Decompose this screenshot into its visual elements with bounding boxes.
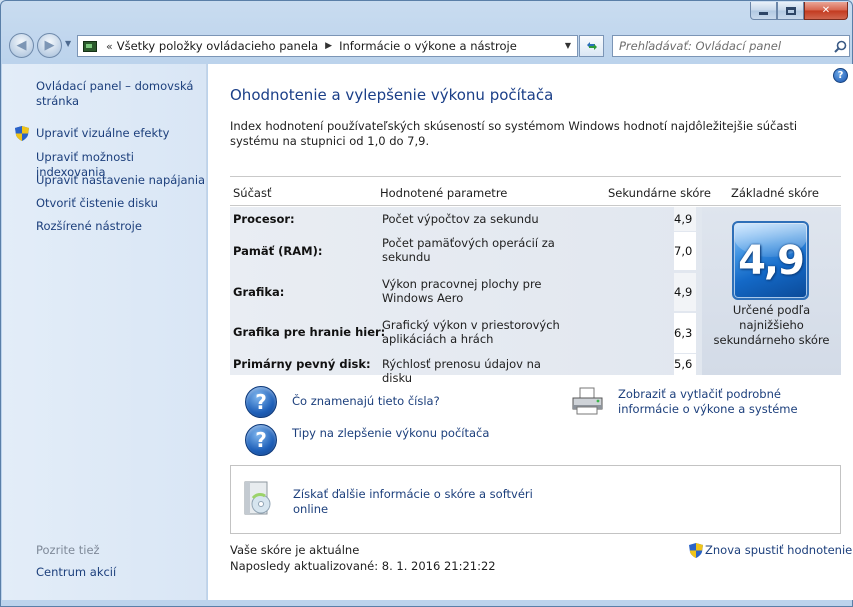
component-parameter: Grafický výkon v priestorových aplikáciá… <box>382 318 560 346</box>
table-row: Pamäť (RAM): Počet pamäťových operácií z… <box>230 232 696 270</box>
breadcrumb-all-items[interactable]: Všetky položky ovládacieho panela <box>117 39 318 53</box>
address-bar[interactable]: « Všetky položky ovládacieho panela ▶ In… <box>77 35 578 57</box>
uac-shield-icon <box>15 126 29 141</box>
search-input[interactable] <box>613 39 831 53</box>
column-header-parameters: Hodnotené parametre <box>380 186 508 200</box>
online-info-box: Získať ďalšie informácie o skóre a softv… <box>230 465 841 534</box>
close-button[interactable]: ✕ <box>804 2 848 20</box>
caption-buttons: ✕ <box>750 2 848 20</box>
intro-text: Index hodnotení používateľských skúsenos… <box>230 119 798 148</box>
page-title: Ohodnotenie a vylepšenie výkonu počítača <box>230 86 554 104</box>
component-parameter: Počet výpočtov za sekundu <box>382 212 539 226</box>
column-header-subscore: Sekundárne skóre <box>608 186 711 200</box>
component-parameter: Počet pamäťových operácií za sekundu <box>382 236 555 264</box>
component-subscore: 5,6 <box>674 354 696 375</box>
address-overflow-chevron[interactable]: « <box>106 40 113 53</box>
base-score-value: 4,9 <box>738 237 805 284</box>
component-name: Grafika pre hranie hier: <box>233 325 386 339</box>
uac-shield-icon <box>689 543 703 558</box>
sidebar-item-visual-effects[interactable]: Upraviť vizuálne efekty <box>36 126 169 141</box>
score-table-header: Súčasť Hodnotené parametre Sekundárne sk… <box>230 176 841 206</box>
what-numbers-mean-link[interactable]: Čo znamenajú tieto čísla? <box>292 394 440 409</box>
component-name: Primárny pevný disk: <box>233 357 371 371</box>
minimize-button[interactable] <box>750 2 777 20</box>
table-row: Primárny pevný disk: Rýchlosť prenosu úd… <box>230 354 696 385</box>
base-score-panel: 4,9 Určené podľa najnižšieho sekundárneh… <box>702 207 841 375</box>
see-also-heading: Pozrite tiež <box>36 543 100 557</box>
table-row: Grafika pre hranie hier: Grafický výkon … <box>230 313 696 353</box>
sidebar-item-disk-cleanup[interactable]: Otvoriť čistenie disku <box>36 196 158 211</box>
more-info-online-link[interactable]: Získať ďalšie informácie o skóre a softv… <box>293 487 553 517</box>
score-status: Vaše skóre je aktuálne <box>230 543 360 557</box>
forward-arrow-icon: ▶ <box>44 38 55 53</box>
sidebar-item-action-center[interactable]: Centrum akcií <box>36 565 116 580</box>
sidebar-home-link[interactable]: Ovládací panel – domovská stránka <box>36 79 196 109</box>
search-box[interactable] <box>612 35 850 57</box>
component-subscore: 4,9 <box>674 273 696 311</box>
minimize-icon <box>759 12 768 15</box>
base-score-caption: Určené podľa najnižšieho sekundárneho sk… <box>713 303 830 347</box>
component-subscore: 4,9 <box>674 207 696 231</box>
column-header-base-score: Základné skóre <box>731 186 819 200</box>
search-icon[interactable] <box>831 40 849 53</box>
control-panel-icon <box>83 40 97 52</box>
maximize-icon <box>785 6 796 15</box>
refresh-icon <box>586 42 597 50</box>
component-subscore: 6,3 <box>674 313 696 353</box>
last-updated: Naposledy aktualizované: 8. 1. 2016 21:2… <box>230 559 496 573</box>
printer-icon <box>572 387 603 415</box>
forward-button[interactable]: ▶ <box>37 33 62 58</box>
main-panel: ? Ohodnotenie a vylepšenie výkonu počíta… <box>208 64 853 600</box>
help-question-icon: ? <box>245 386 277 418</box>
tips-question-icon: ? <box>245 424 277 456</box>
performance-tips-link[interactable]: Tipy na zlepšenie výkonu počítača <box>292 426 489 441</box>
component-name: Pamäť (RAM): <box>233 244 323 258</box>
rerun-assessment-link[interactable]: Znova spustiť hodnotenie <box>705 543 852 558</box>
sidebar-item-advanced-tools[interactable]: Rozšírené nástroje <box>36 219 142 234</box>
sidebar-item-power[interactable]: Upraviť nastavenie napájania <box>36 173 205 188</box>
back-arrow-icon: ◀ <box>16 38 27 53</box>
component-name: Procesor: <box>233 212 295 226</box>
close-icon: ✕ <box>821 5 831 16</box>
print-details-link[interactable]: Zobraziť a vytlačiť podrobné informácie … <box>618 387 843 417</box>
recent-pages-dropdown[interactable]: ▼ <box>65 39 71 48</box>
help-icon[interactable]: ? <box>833 68 848 83</box>
address-dropdown-icon[interactable]: ▼ <box>565 41 571 50</box>
sidebar: Ovládací panel – domovská stránka Upravi… <box>2 64 207 600</box>
refresh-button[interactable] <box>579 35 604 57</box>
score-table: Procesor: Počet výpočtov za sekundu 4,9 … <box>230 207 841 385</box>
component-subscore: 7,0 <box>674 232 696 270</box>
back-button[interactable]: ◀ <box>9 33 34 58</box>
component-name: Grafika: <box>233 285 285 299</box>
breadcrumb-arrow-icon[interactable]: ▶ <box>325 41 332 51</box>
column-header-component: Súčasť <box>233 186 272 200</box>
table-row: Grafika: Výkon pracovnej plochy pre Wind… <box>230 273 696 311</box>
base-score-badge: 4,9 <box>732 221 809 300</box>
table-row: Procesor: Počet výpočtov za sekundu 4,9 <box>230 207 696 231</box>
component-parameter: Rýchlosť prenosu údajov na disku <box>382 357 541 385</box>
component-parameter: Výkon pracovnej plochy pre Windows Aero <box>382 277 542 305</box>
breadcrumb-performance[interactable]: Informácie o výkone a nástroje <box>339 39 517 53</box>
maximize-button[interactable] <box>777 2 804 20</box>
software-box-icon <box>244 481 271 515</box>
window-frame: ✕ ◀ ▶ ▼ « Všetky položky ovládacieho pan… <box>0 0 853 607</box>
